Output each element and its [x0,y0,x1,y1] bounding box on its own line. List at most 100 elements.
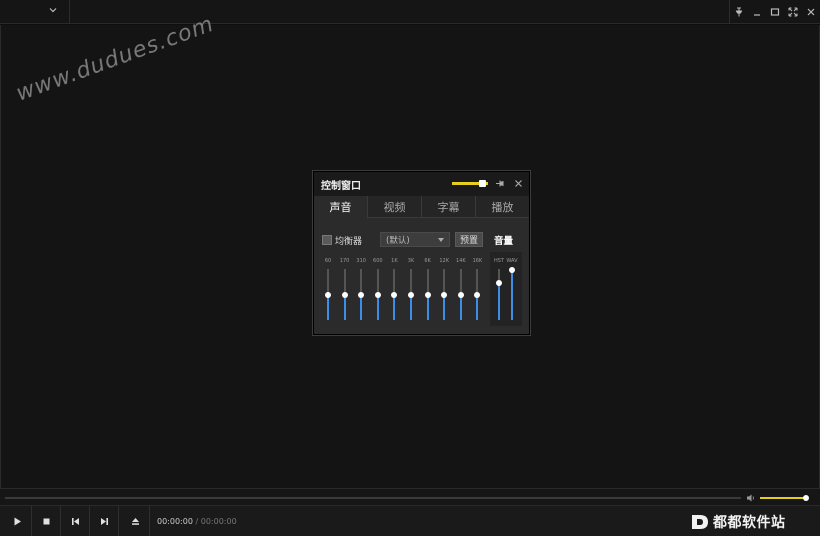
eq-band-knob[interactable] [391,291,398,298]
brand-logo: 都都软件站 [691,512,786,532]
stop-button[interactable] [32,506,61,536]
chevron-down-icon [49,8,57,13]
eq-band-slider[interactable]: 60 [322,258,334,322]
preset-dropdown[interactable]: (默认) [380,232,450,247]
opacity-slider[interactable] [452,180,488,187]
eq-band-knob[interactable] [474,291,481,298]
preset-button[interactable]: 预置 [455,232,483,247]
play-button[interactable] [3,506,32,536]
eq-band-label: 310 [356,258,366,264]
maximize-button[interactable] [766,0,783,24]
eq-band-label: 6K [424,258,431,264]
close-icon [807,8,814,16]
eq-band-fill [410,296,412,320]
eq-band-knob[interactable] [374,291,381,298]
eq-band-slider[interactable]: 600 [372,258,384,322]
eq-band-slider[interactable]: 6K [422,258,434,322]
current-time: 00:00:00 [157,517,193,526]
eq-band-slider[interactable]: 1K [388,258,400,322]
eq-band-label: 16K [472,258,483,264]
seek-bar-area [0,488,820,505]
tab-audio[interactable]: 声音 [314,196,368,219]
skip-previous-icon [71,518,79,525]
eq-band-fill [443,296,446,320]
eq-band-slider[interactable]: 12K [438,258,450,322]
eq-band-knob[interactable] [341,291,348,298]
eq-band-label: 14K [455,258,466,264]
eq-band-slider[interactable]: 170 [339,258,351,322]
eq-band-fill [393,296,396,320]
eq-band-label: 60 [324,258,332,264]
close-window-button[interactable] [802,0,819,24]
volume-section-title: 音量 [494,236,514,247]
control-window-header[interactable]: 控制窗口 [314,172,529,196]
minimize-icon [753,14,760,16]
eq-band-slider[interactable]: 3K [405,258,417,322]
watermark-text: www.dudues.com [13,11,218,107]
window-controls [729,0,820,24]
time-display: 00:00:00 / 00:00:00 [157,517,237,526]
eq-band-slider[interactable]: 16K [471,258,483,322]
pin-window-button[interactable] [730,0,747,24]
volume-channel-fill [498,285,500,320]
previous-button[interactable] [61,506,90,536]
volume-channel-fill [511,272,513,320]
equalizer-checkbox[interactable] [322,235,332,245]
volume-channel-label: WAV [506,258,518,264]
eq-band-label: 1K [391,258,398,264]
eq-band-knob[interactable] [441,291,448,298]
play-icon [14,517,21,526]
eq-band-knob[interactable] [325,291,331,298]
eq-band-knob[interactable] [358,291,365,298]
fullscreen-icon [788,7,797,17]
volume-channel-knob[interactable] [496,280,502,287]
main-menu-button[interactable] [0,0,70,24]
minimize-button[interactable] [748,0,765,24]
pin-panel-icon[interactable] [495,178,506,189]
total-duration: 00:00:00 [200,517,237,526]
eq-band-fill [327,296,329,320]
maximize-icon [770,8,779,16]
fullscreen-button[interactable] [784,0,801,24]
skip-next-icon [100,518,108,525]
time-separator: / [195,517,199,526]
next-button[interactable] [90,506,119,536]
dropdown-caret-icon [438,238,444,242]
speaker-icon[interactable] [746,493,756,503]
eq-band-label: 170 [339,258,350,264]
volume-channel-slider[interactable]: HST [493,258,505,322]
logo-d-icon [692,515,708,529]
eq-band-label: 3K [407,258,415,264]
close-panel-icon[interactable] [513,178,524,189]
eq-band-slider[interactable]: 14K [455,258,467,322]
tab-playback[interactable]: 播放 [476,196,529,217]
control-tabs: 声音 视频 字幕 播放 [314,196,529,219]
eq-band-label: 600 [373,258,383,264]
tab-video[interactable]: 视频 [368,196,422,217]
eq-band-fill [476,296,479,320]
playback-controls: 00:00:00 / 00:00:00 都都软件站 [0,505,820,536]
stop-icon [43,518,49,525]
eq-band-fill [426,296,429,320]
eq-band-knob[interactable] [408,291,414,298]
seek-bar[interactable] [5,497,741,499]
eq-band-slider[interactable]: 310 [355,258,367,322]
volume-slider[interactable] [760,495,809,501]
tab-subtitle[interactable]: 字幕 [422,196,476,217]
volume-slider-knob[interactable] [803,495,809,501]
eq-band-knob[interactable] [424,291,431,298]
control-window-title: 控制窗口 [321,181,361,192]
eq-band-fill [343,296,346,320]
opacity-slider-knob[interactable] [479,180,486,187]
pin-icon [735,7,742,17]
volume-channel-knob[interactable] [509,267,515,274]
eq-band-knob[interactable] [457,291,464,298]
volume-channel-slider[interactable]: WAV [506,258,518,322]
title-bar [0,0,820,24]
open-file-button[interactable] [121,506,150,536]
eq-band-fill [360,296,363,320]
volume-channel-label: HST [494,258,504,264]
preset-dropdown-value: (默认) [386,236,410,246]
logo-text: 都都软件站 [713,515,786,531]
eq-band-fill [459,296,462,320]
